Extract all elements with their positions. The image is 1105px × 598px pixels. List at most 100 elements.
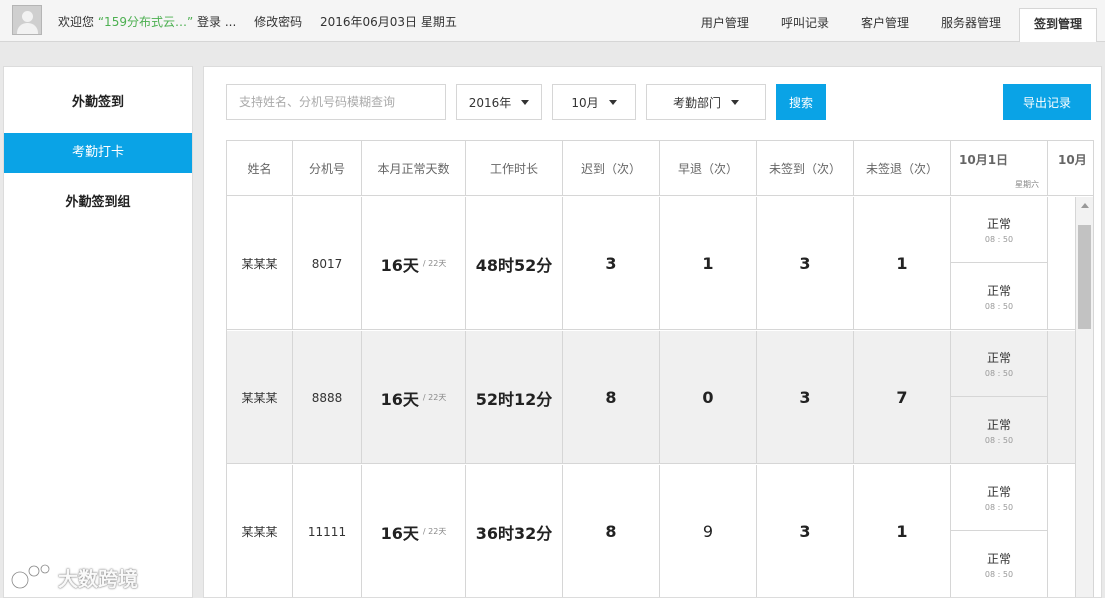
header-late: 迟到（次） xyxy=(563,141,660,196)
checkin-time: 08 : 50 xyxy=(984,369,1014,378)
normal-days-value: 16天 xyxy=(380,523,419,543)
top-bar: 欢迎您 “159分布式云…” 登录 ... 修改密码 2016年06月03日 星… xyxy=(0,0,1105,42)
year-select[interactable]: 2016年 xyxy=(456,84,542,120)
header-no-checkin: 未签到（次） xyxy=(757,141,854,196)
welcome-text: 欢迎您 “159分布式云…” 登录 ... 修改密码 2016年06月03日 星… xyxy=(58,13,457,30)
checkin-record[interactable]: 正常 08 : 50 xyxy=(951,197,1047,263)
checkin-status: 正常 xyxy=(986,217,1011,231)
department-select-value: 考勤部门 xyxy=(672,95,721,110)
header-extension: 分机号 xyxy=(293,141,362,196)
main-panel: 2016年 10月 考勤部门 搜索 导出记录 姓名 分机号 本月正常天数 工作时… xyxy=(203,66,1102,598)
top-nav: 用户管理 呼叫记录 客户管理 服务器管理 签到管理 xyxy=(683,8,1097,42)
header-date-1-label: 10月1日 xyxy=(959,153,1009,167)
year-select-value: 2016年 xyxy=(468,95,512,110)
cell-normal-days: 16天 / 22天 xyxy=(362,197,466,330)
header-date-1: 10月1日 星期六 xyxy=(951,141,1048,196)
caret-down-icon xyxy=(521,99,530,105)
cell-date-1: 正常 08 : 50 正常 08 : 50 xyxy=(951,331,1048,464)
cell-normal-days: 16天 / 22天 xyxy=(362,465,466,597)
checkout-status: 正常 xyxy=(986,417,1011,432)
cell-date-1: 正常 08 : 50 正常 08 : 50 xyxy=(951,465,1048,597)
cell-no-checkout: 1 xyxy=(854,197,951,330)
search-button[interactable]: 搜索 xyxy=(776,84,826,120)
cell-name: 某某某 xyxy=(227,197,293,330)
cell-late: 8 xyxy=(563,331,660,464)
export-records-button[interactable]: 导出记录 xyxy=(1003,84,1091,120)
header-date-2-label: 10月 xyxy=(1058,153,1087,167)
sidebar: 外勤签到 考勤打卡 外勤签到组 xyxy=(3,66,193,598)
cell-work-hours: 36时32分 xyxy=(466,465,563,597)
cell-extension: 8888 xyxy=(293,331,362,464)
scroll-thumb[interactable] xyxy=(1078,225,1091,329)
avatar[interactable] xyxy=(12,5,42,35)
month-select[interactable]: 10月 xyxy=(552,84,636,120)
welcome-prefix: 欢迎您 xyxy=(58,15,95,29)
user-name: “159分布式云…” xyxy=(97,15,194,29)
normal-days-value: 16天 xyxy=(380,389,419,409)
checkin-time: 08 : 50 xyxy=(984,235,1014,244)
cell-no-checkin: 3 xyxy=(757,465,854,597)
cell-early-leave: 1 xyxy=(660,197,757,330)
checkout-status: 正常 xyxy=(986,551,1011,566)
tab-user-management[interactable]: 用户管理 xyxy=(687,8,763,42)
watermark-logo-icon xyxy=(10,563,51,590)
current-date: 2016年06月03日 星期五 xyxy=(319,15,457,29)
filter-toolbar: 2016年 10月 考勤部门 搜索 xyxy=(226,84,826,120)
cell-no-checkout: 1 xyxy=(854,465,951,597)
caret-down-icon xyxy=(731,99,739,105)
cell-late: 3 xyxy=(563,197,660,330)
watermark-text: 大数跨境 xyxy=(58,566,138,591)
avatar-head-shape xyxy=(22,11,33,22)
cell-late: 8 xyxy=(563,465,660,597)
header-normal-days: 本月正常天数 xyxy=(362,141,466,196)
login-suffix: 登录 ... xyxy=(197,15,237,29)
scroll-up-arrow-icon[interactable] xyxy=(1081,203,1089,208)
sidebar-item-field-checkin-group[interactable]: 外勤签到组 xyxy=(4,183,192,223)
cell-no-checkin: 3 xyxy=(757,197,854,330)
checkin-record[interactable]: 正常 08 : 50 xyxy=(951,465,1047,531)
header-name: 姓名 xyxy=(227,141,293,196)
checkout-record[interactable]: 正常 08 : 50 xyxy=(951,531,1047,597)
sidebar-item-attendance-punch[interactable]: 考勤打卡 xyxy=(4,133,192,173)
checkout-record[interactable]: 正常 08 : 50 xyxy=(951,263,1047,329)
watermark: 大数跨境 xyxy=(8,560,138,594)
table-row[interactable]: 某某某 8017 16天 / 22天 48时52分 3 1 3 1 正常 08 … xyxy=(227,197,1093,330)
checkout-status: 正常 xyxy=(986,283,1011,298)
attendance-table: 姓名 分机号 本月正常天数 工作时长 迟到（次） 早退（次） 未签到（次） 未签… xyxy=(226,140,1094,597)
vertical-scrollbar[interactable] xyxy=(1075,197,1093,597)
header-early-leave: 早退（次） xyxy=(660,141,757,196)
avatar-body-shape xyxy=(17,23,38,34)
tab-server-management[interactable]: 服务器管理 xyxy=(927,8,1015,42)
table-row[interactable]: 某某某 8888 16天 / 22天 52时12分 8 0 3 7 正常 08 … xyxy=(227,331,1093,464)
checkin-time: 08 : 50 xyxy=(984,503,1014,512)
tab-checkin-management[interactable]: 签到管理 xyxy=(1018,8,1097,42)
table-row[interactable]: 某某某 11111 16天 / 22天 36时32分 8 9 3 1 正常 08… xyxy=(227,465,1093,597)
checkout-time: 08 : 50 xyxy=(984,435,1014,445)
search-input[interactable] xyxy=(226,84,446,120)
tab-call-records[interactable]: 呼叫记录 xyxy=(767,8,843,42)
cell-work-hours: 52时12分 xyxy=(466,331,563,464)
cell-normal-days: 16天 / 22天 xyxy=(362,331,466,464)
checkout-time: 08 : 50 xyxy=(984,569,1014,579)
table-header: 姓名 分机号 本月正常天数 工作时长 迟到（次） 早退（次） 未签到（次） 未签… xyxy=(227,141,1093,196)
normal-days-value: 16天 xyxy=(380,255,419,275)
checkout-record[interactable]: 正常 08 : 50 xyxy=(951,397,1047,463)
cell-extension: 11111 xyxy=(293,465,362,597)
change-password-link[interactable]: 修改密码 xyxy=(254,15,302,29)
checkin-status: 正常 xyxy=(986,351,1011,365)
cell-date-1: 正常 08 : 50 正常 08 : 50 xyxy=(951,197,1048,330)
header-date-1-weekday: 星期六 xyxy=(1015,180,1039,189)
cell-name: 某某某 xyxy=(227,331,293,464)
cell-no-checkin: 3 xyxy=(757,331,854,464)
department-select[interactable]: 考勤部门 xyxy=(646,84,766,120)
cell-extension: 8017 xyxy=(293,197,362,330)
month-select-value: 10月 xyxy=(571,95,599,110)
total-days-value: / 22天 xyxy=(422,259,447,268)
header-no-checkout: 未签退（次） xyxy=(854,141,951,196)
total-days-value: / 22天 xyxy=(422,527,447,536)
sidebar-item-field-checkin[interactable]: 外勤签到 xyxy=(4,83,192,123)
cell-no-checkout: 7 xyxy=(854,331,951,464)
cell-name: 某某某 xyxy=(227,465,293,597)
tab-customer-management[interactable]: 客户管理 xyxy=(847,8,923,42)
checkin-record[interactable]: 正常 08 : 50 xyxy=(951,331,1047,397)
